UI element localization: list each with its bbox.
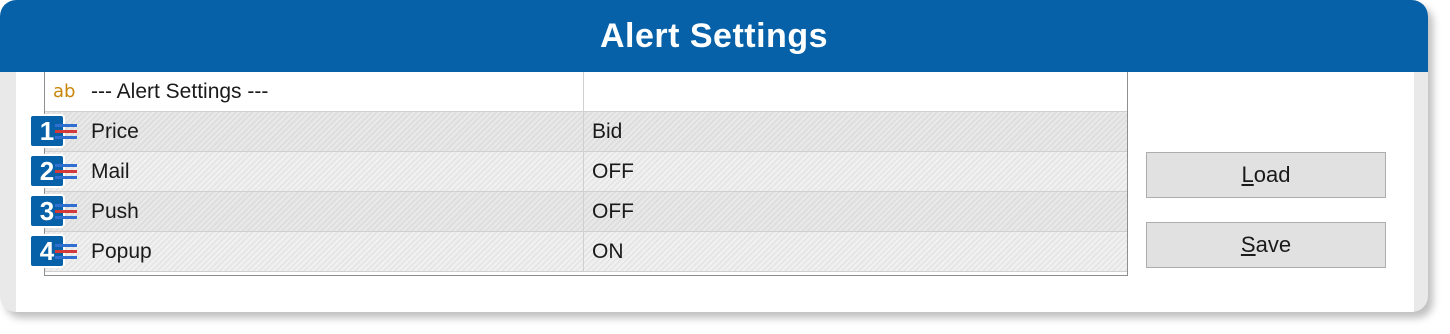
parameter-label: Popup [91,239,152,263]
name-cell: Mail [45,152,584,191]
title-bar: Alert Settings [0,0,1428,72]
table-row[interactable]: 4 Popup ON [29,232,1127,272]
section-label: --- Alert Settings --- [91,79,269,103]
parameter-value[interactable]: OFF [584,160,634,184]
value-cell[interactable]: ON [584,232,1127,271]
parameter-value[interactable]: Bid [584,120,622,144]
table-row[interactable]: 1 Price Bid [29,112,1127,152]
enum-list-icon [55,122,77,142]
enum-list-icon [55,162,77,182]
name-cell: Price [45,112,584,151]
value-cell[interactable]: OFF [584,152,1127,191]
enum-list-icon [55,242,77,262]
name-cell: Push [45,192,584,231]
alert-settings-window: Alert Settings ab --- Alert Settings ---… [0,0,1428,312]
load-accelerator: L [1241,162,1254,187]
name-cell: Popup [45,232,584,271]
parameter-value[interactable]: ON [584,240,624,264]
value-cell[interactable]: Bid [584,112,1127,151]
parameter-label: Push [91,199,139,223]
table-row[interactable]: 2 Mail OFF [29,152,1127,192]
parameter-label: Price [91,119,139,143]
content-area: ab --- Alert Settings --- 1 Price Bid 2 … [16,72,1414,312]
grid-header-row: ab --- Alert Settings --- [45,72,1127,112]
value-cell [584,72,1127,111]
save-label: ave [1255,232,1292,257]
window-title: Alert Settings [599,16,829,55]
load-button[interactable]: Load [1146,152,1386,198]
parameter-value[interactable]: OFF [584,200,634,224]
settings-grid: ab --- Alert Settings --- 1 Price Bid 2 … [29,72,1128,276]
save-accelerator: S [1240,232,1256,257]
save-button[interactable]: Save [1146,222,1386,268]
enum-list-icon [55,202,77,222]
name-cell: ab --- Alert Settings --- [45,72,584,111]
value-cell[interactable]: OFF [584,192,1127,231]
ab-text-icon: ab [53,81,76,102]
table-row[interactable]: 3 Push OFF [29,192,1127,232]
load-label: oad [1253,162,1291,187]
parameter-label: Mail [91,159,130,183]
